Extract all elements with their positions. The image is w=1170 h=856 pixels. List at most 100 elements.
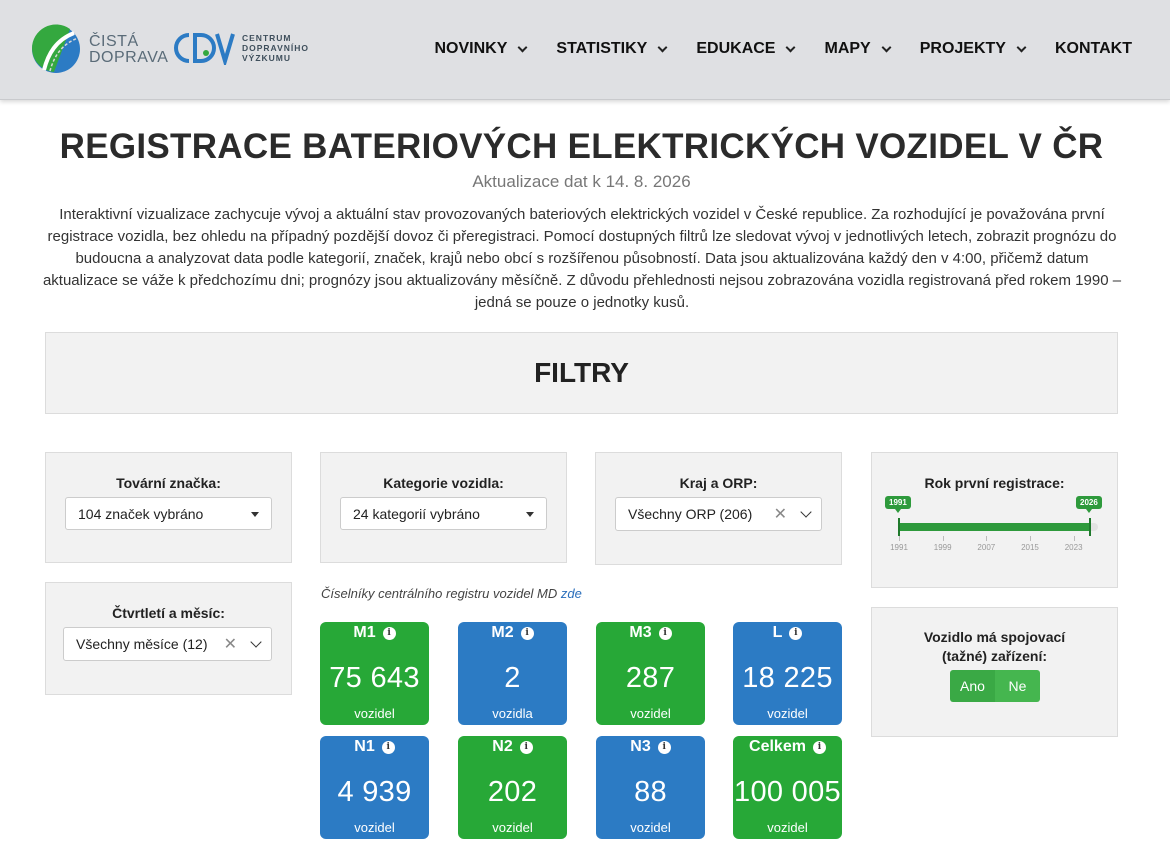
main-nav: NOVINKY STATISTIKY EDUKACE MAPY PROJEKTY… [404,40,1132,58]
chevron-down-icon [250,636,262,648]
towing-filter-panel: Vozidlo má spojovací (tažné) zařízení: A… [871,607,1118,737]
stat-card-n1: N1 i 4 939 vozidel [320,736,429,839]
intro-paragraph: Interaktivní vizualizace zachycuje vývoj… [42,206,1122,311]
year-tick-label: 2023 [1064,543,1083,552]
clear-icon[interactable]: ✕ [774,504,787,524]
chevron-down-icon [881,42,892,52]
info-icon[interactable]: i [657,740,671,754]
brand-select[interactable]: 104 značek vybráno [65,497,272,530]
category-select[interactable]: 24 kategorií vybráno [340,497,547,530]
chevron-down-icon [800,506,812,518]
region-filter-panel: Kraj a ORP: Všechny ORP (206) ✕ [595,452,842,565]
stat-card-value: 4 939 [337,776,412,808]
stat-card-unit: vozidla [492,706,533,721]
stat-card-m1: M1 i 75 643 vozidel [320,622,429,725]
year-tick-label: 2007 [977,543,996,552]
stat-card-value: 100 005 [734,776,841,808]
stat-card-m3: M3 i 287 vozidel [596,622,705,725]
update-date: Aktualizace dat k 14. 8. 2026 [472,172,691,191]
stat-card-unit: vozidel [354,820,395,835]
towing-filter-label: Vozidlo má spojovací (tažné) zařízení: [923,629,1066,664]
stat-card-n3: N3 i 88 vozidel [596,736,705,839]
info-icon[interactable]: i [519,740,533,754]
stat-card-value: 202 [487,776,538,808]
stat-card-title: Celkem i [733,738,842,756]
stat-card-title: M2 i [458,624,567,642]
year-tick-label: 2015 [1021,543,1039,552]
chevron-down-icon [517,42,528,52]
stat-card-value: 287 [625,662,676,694]
year-to-tag: 2026 [1076,496,1102,513]
stat-card-unit: vozidel [492,820,533,835]
stat-card-value: 75 643 [329,662,420,694]
cdv-logo-icon[interactable] [173,31,237,65]
stat-card-unit: vozidel [767,820,808,835]
year-tick-mark [1073,536,1075,541]
category-filter-panel: Kategorie vozidla: 24 kategorií vybráno [320,452,567,563]
year-tick-label: 1999 [933,543,952,552]
brand-filter-label: Tovární značka: [116,475,221,491]
stat-card-title: Li [733,624,842,642]
filters-heading: FILTRY [534,357,629,388]
year-slider-handle-to[interactable] [1089,518,1091,536]
year-filter-label: Rok první registrace: [924,475,1065,491]
stat-card-l: Li 18 225 vozidel [733,622,842,725]
caret-down-icon [526,512,534,517]
year-from-tag: 1991 [885,496,911,513]
nav-item-statistiky[interactable]: STATISTIKY [556,40,668,58]
stat-card-title: N2 i [458,738,567,756]
page-title: REGISTRACE BATERIOVÝCH ELEKTRICKÝCH VOZI… [59,127,1104,166]
region-select[interactable]: Všechny ORP (206) ✕ [615,497,822,531]
year-filter-panel: Rok první registrace: 1991 2026 1991 1999… [871,452,1118,588]
towing-yes-button[interactable]: Ano [950,670,995,702]
quarter-filter-panel: Čtvrtletí a měsíc: Všechny měsíce (12) ✕ [45,582,292,695]
stat-card-unit: vozidel [630,706,671,721]
codelist-note: Číselníky centrálního registru vozidel M… [321,586,582,601]
info-icon[interactable]: i [812,740,826,754]
quarter-select[interactable]: Všechny měsíce (12) ✕ [63,627,272,661]
codelist-link[interactable]: zde [561,586,582,601]
stat-card-unit: vozidel [767,706,808,721]
nav-item-kontakt[interactable]: KONTAKT [1055,40,1132,58]
cista-doprava-logo-text[interactable]: ČISTÁ DOPRAVA [89,34,168,66]
stat-card-value: 2 [504,662,521,694]
quarter-filter-label: Čtvrtletí a měsíc: [112,605,225,621]
stat-card-celkem: Celkem i 100 005 vozidel [733,736,842,839]
site-header: ČISTÁ DOPRAVA CENTRUM DOPRAVNÍHO VÝZKUMU… [0,0,1170,100]
towing-toggle: Ano Ne [950,670,1040,702]
stat-card-m2: M2 i 2 vozidla [458,622,567,725]
cdv-logo-text[interactable]: CENTRUM DOPRAVNÍHO VÝZKUMU [242,33,309,63]
year-tick-mark [899,536,900,541]
nav-item-novinky[interactable]: NOVINKY [434,40,528,58]
stat-card-title: M3 i [596,624,705,642]
stat-card-value: 88 [634,776,667,808]
stat-card-unit: vozidel [630,820,671,835]
nav-item-edukace[interactable]: EDUKACE [696,40,796,58]
year-tick-label: 1991 [890,543,908,552]
category-filter-label: Kategorie vozidla: [383,475,504,491]
info-icon[interactable]: i [658,626,672,640]
stat-card-title: N3 i [596,738,705,756]
year-tick-mark [1029,536,1031,541]
chevron-down-icon [786,42,796,52]
brand-filter-panel: Tovární značka: 104 značek vybráno [45,452,292,563]
info-icon[interactable]: i [382,626,396,640]
info-icon[interactable]: i [520,626,534,640]
nav-item-mapy[interactable]: MAPY [824,40,892,58]
clear-icon[interactable]: ✕ [224,634,237,654]
year-slider-range [899,523,1090,531]
chevron-down-icon [1016,42,1027,52]
region-filter-label: Kraj a ORP: [679,475,758,491]
filters-banner: FILTRY [45,332,1118,414]
towing-no-button[interactable]: Ne [995,670,1040,702]
chevron-down-icon [657,42,668,52]
nav-item-projekty[interactable]: PROJEKTY [920,40,1027,58]
info-icon[interactable]: i [789,626,803,640]
stat-card-n2: N2 i 202 vozidel [458,736,567,839]
info-icon[interactable]: i [381,740,395,754]
year-slider-handle-from[interactable] [898,518,900,536]
cista-doprava-logo-icon[interactable] [30,24,82,74]
stat-card-title: N1 i [320,738,429,756]
year-tick-mark [986,536,988,541]
caret-down-icon [251,512,259,517]
